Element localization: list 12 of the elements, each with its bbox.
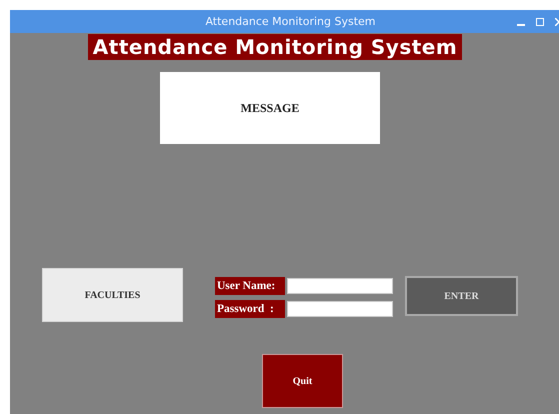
maximize-icon[interactable] [536, 18, 544, 26]
enter-button[interactable]: ENTER [405, 276, 518, 316]
close-icon[interactable] [555, 18, 559, 26]
input-field[interactable] [287, 278, 393, 294]
app-heading: Attendance Monitoring System [88, 34, 462, 60]
window-title: Attendance Monitoring System [205, 15, 376, 28]
faculties-button[interactable]: FACULTIES [42, 268, 183, 322]
field-label: Password : [215, 300, 285, 318]
input-field[interactable] [287, 301, 393, 317]
field-label: User Name: [215, 277, 285, 295]
quit-button[interactable]: Quit [262, 354, 343, 408]
message-panel: MESSAGE [160, 72, 380, 144]
